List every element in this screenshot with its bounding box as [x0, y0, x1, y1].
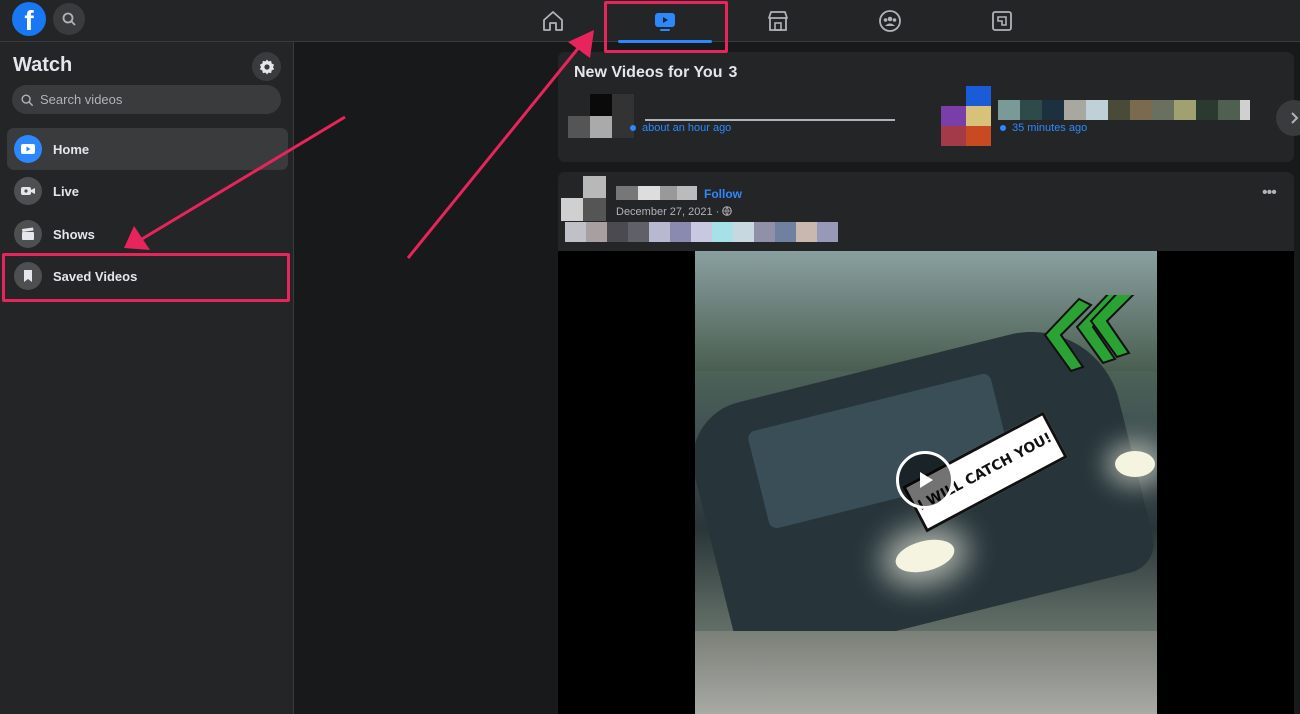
watch-sidebar: Watch Home Live Shows Saved V [0, 42, 294, 714]
video-title-redacted [998, 100, 1250, 120]
tab-home[interactable] [498, 0, 608, 42]
new-videos-heading: New Videos for You [574, 64, 723, 81]
video-time-text: about an hour ago [642, 122, 732, 134]
clapperboard-icon [14, 220, 42, 248]
gaming-icon [992, 11, 1012, 31]
search-videos-input[interactable] [40, 92, 260, 107]
tab-groups[interactable] [835, 0, 945, 42]
play-icon [14, 135, 42, 163]
search-button[interactable] [53, 3, 85, 35]
chevron-right-icon [1291, 112, 1299, 124]
sidebar-item-label: Shows [53, 226, 95, 242]
follow-link[interactable]: Follow [704, 187, 742, 201]
video-time-text: 35 minutes ago [1012, 122, 1088, 134]
chevron-arrows-icon [1043, 295, 1135, 373]
sidebar-item-label: Home [53, 141, 90, 157]
settings-button[interactable] [252, 52, 281, 81]
bookmark-icon [14, 262, 42, 290]
sidebar-item-shows[interactable]: Shows [7, 213, 288, 255]
author-name-redacted [616, 186, 697, 200]
sidebar-item-home[interactable]: Home [7, 128, 288, 170]
sidebar-item-saved-videos[interactable]: Saved Videos [7, 255, 288, 297]
play-button[interactable] [896, 451, 954, 509]
top-navigation-bar: f [0, 0, 1300, 43]
live-camera-icon [14, 177, 42, 205]
new-videos-title: New Videos for You 3 [574, 64, 737, 82]
arrow-to-watch-tab [406, 45, 582, 259]
video-thumbnail[interactable] [941, 86, 991, 146]
tab-marketplace[interactable] [723, 0, 833, 42]
video-thumbnail[interactable] [568, 94, 634, 140]
more-options-button[interactable]: ••• [1262, 184, 1277, 202]
gear-icon [259, 59, 274, 74]
video-time: 35 minutes ago [1000, 122, 1087, 134]
video-player[interactable]: I WILL CATCH YOU! [558, 251, 1294, 714]
new-videos-count: 3 [728, 64, 738, 81]
search-icon [62, 12, 76, 26]
video-time: about an hour ago [630, 122, 731, 134]
search-videos-field[interactable] [12, 85, 281, 114]
sidebar-title: Watch [13, 54, 73, 76]
post-date-text: December 27, 2021 · [616, 206, 720, 218]
watch-icon [655, 13, 675, 31]
video-post: Follow December 27, 2021 · ••• I WILL CA… [558, 172, 1294, 714]
tab-gaming[interactable] [947, 0, 1057, 42]
marketplace-icon [768, 11, 788, 31]
sidebar-item-label: Live [53, 183, 80, 199]
new-videos-panel: New Videos for You 3 about an hour ago 35… [558, 52, 1300, 162]
search-icon [21, 93, 33, 106]
post-caption-redacted [565, 222, 838, 242]
video-title-redacted [645, 119, 895, 121]
avatar[interactable] [561, 176, 606, 221]
sidebar-item-label: Saved Videos [53, 268, 138, 284]
facebook-logo[interactable]: f [12, 2, 46, 36]
play-icon [920, 472, 933, 488]
post-date: December 27, 2021 · [616, 206, 733, 218]
tab-watch[interactable] [610, 0, 720, 43]
groups-icon [879, 10, 901, 32]
sidebar-item-live[interactable]: Live [7, 170, 288, 212]
globe-icon [722, 206, 733, 216]
home-icon [543, 11, 563, 31]
next-button[interactable] [1276, 100, 1300, 136]
video-frame: I WILL CATCH YOU! [695, 251, 1157, 714]
